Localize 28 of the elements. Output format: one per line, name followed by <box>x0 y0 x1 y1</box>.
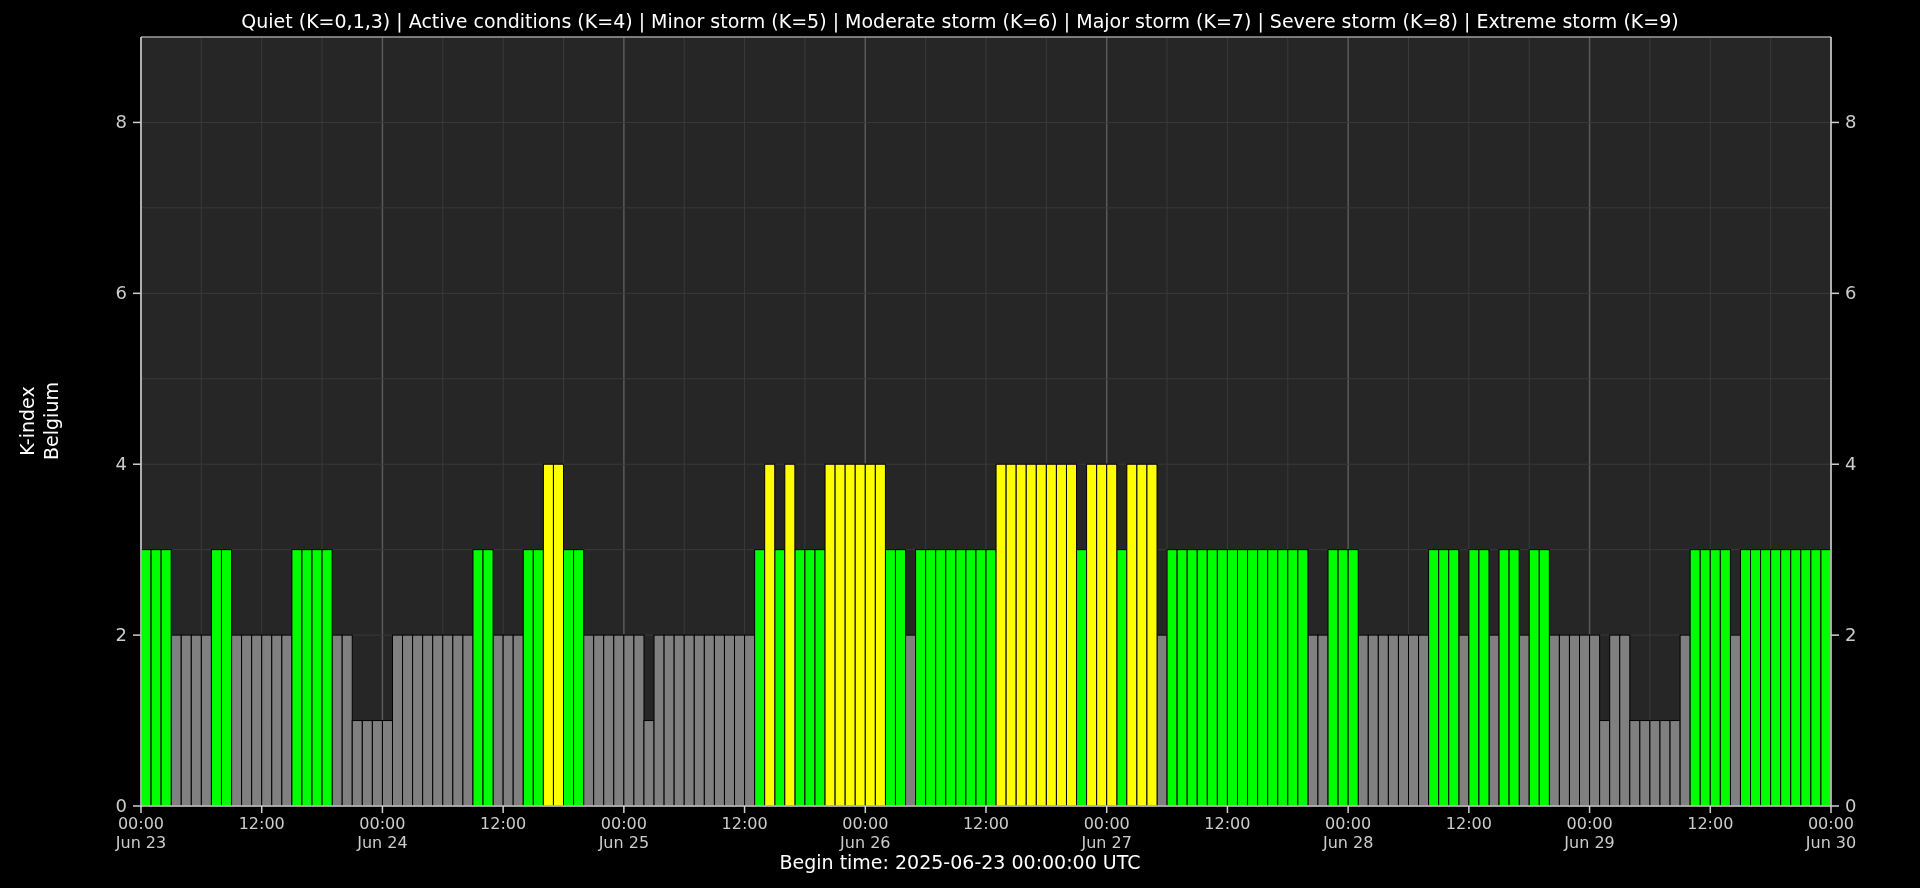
y-tick-label: 0 <box>115 795 127 816</box>
x-tick-label: 00:00 Jun 24 <box>357 814 408 852</box>
y-tick-label: 8 <box>1845 111 1857 133</box>
x-tick-label: 00:00 Jun 26 <box>840 814 891 852</box>
y-axis-title: K-index Belgium <box>16 382 62 460</box>
y-tick-label: 8 <box>115 111 127 133</box>
x-tick-label: 12:00 <box>1204 814 1251 833</box>
y-tick-label: 2 <box>1845 624 1857 646</box>
x-tick-label: 12:00 <box>962 814 1010 833</box>
x-tick-label: 12:00 <box>238 814 285 833</box>
chart-title: Quiet (K=0,1,3) | Active conditions (K=4) | Minor storm (K=5) | Moderate storm (K=6) | Major storm (K=7) | Severe storm (K=8) | Extreme storm (K=9) <box>241 10 1679 32</box>
y-tick-label: 6 <box>115 282 127 304</box>
y-tick-label: 2 <box>115 624 127 646</box>
x-tick-label: 00:00 Jun 27 <box>1081 814 1132 852</box>
x-tick-label: 12:00 <box>721 814 768 833</box>
x-tick-label: 12:00 <box>480 814 527 833</box>
x-tick-label: 00:00 Jun 30 <box>1805 814 1857 852</box>
y-tick-label: 4 <box>115 453 127 475</box>
x-tick-label: 12:00 <box>1687 814 1734 833</box>
y-tick-label: 4 <box>1845 453 1857 475</box>
y-tick-label: 6 <box>1845 282 1857 304</box>
x-tick-label: 00:00 Jun 28 <box>1322 814 1374 852</box>
x-tick-label: 00:00 Jun 23 <box>115 814 167 852</box>
x-tick-label: 00:00 Jun 25 <box>598 814 650 852</box>
x-tick-label: 12:00 <box>1445 814 1492 833</box>
x-tick-label: 00:00 Jun 29 <box>1564 814 1615 852</box>
x-axis-title: Begin time: 2025-06-23 00:00:00 UTC <box>779 851 1141 873</box>
y-tick-label: 0 <box>1845 795 1857 816</box>
